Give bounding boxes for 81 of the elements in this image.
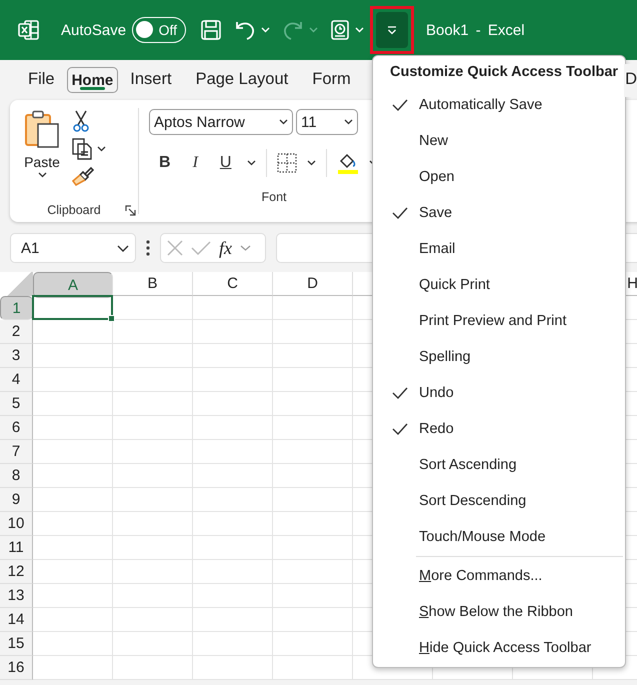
- ribbon-tab[interactable]: File: [16, 64, 67, 96]
- row-header[interactable]: 13: [0, 584, 33, 608]
- column-header[interactable]: B: [113, 272, 193, 296]
- ribbon-tab[interactable]: Form: [300, 64, 363, 96]
- menu-item[interactable]: Touch/Mouse Mode: [373, 519, 625, 555]
- font-style-button[interactable]: I: [186, 154, 204, 172]
- menu-item[interactable]: New: [373, 123, 625, 159]
- menu-item[interactable]: Quick Print: [373, 267, 625, 303]
- menu-item[interactable]: Open: [373, 159, 625, 195]
- name-box[interactable]: A1: [10, 233, 136, 263]
- menu-item[interactable]: Sort Descending: [373, 483, 625, 519]
- more-icon[interactable]: [146, 240, 150, 256]
- menu-item[interactable]: Automatically Save: [373, 87, 625, 123]
- column-header[interactable]: C: [193, 272, 273, 296]
- caret-icon: [279, 119, 288, 125]
- autosave-toggle[interactable]: Off: [132, 17, 186, 43]
- ribbon-tab[interactable]: Page Layout: [184, 64, 300, 96]
- fill-color-icon[interactable]: [337, 152, 360, 174]
- overflow-caret-icon: [386, 25, 398, 35]
- row-header[interactable]: 6: [0, 416, 33, 440]
- menu-item[interactable]: More Commands...: [373, 558, 625, 594]
- clipboard-icon[interactable]: [24, 110, 60, 148]
- row-header[interactable]: 15: [0, 632, 33, 656]
- borders-icon[interactable]: [277, 153, 298, 173]
- row-header[interactable]: 5: [0, 392, 33, 416]
- check-icon: [392, 423, 408, 435]
- check-icon: [392, 387, 408, 399]
- group-label: Clipboard: [47, 203, 101, 217]
- menu-item[interactable]: Hide Quick Access Toolbar: [373, 630, 625, 666]
- caret-icon: [117, 244, 129, 252]
- check-icon: [392, 207, 408, 219]
- menu-item[interactable]: Sort Ascending: [373, 447, 625, 483]
- ribbon-tab[interactable]: D: [624, 64, 637, 96]
- insert-function-button[interactable]: fx: [219, 238, 232, 258]
- caret-icon[interactable]: [97, 146, 106, 152]
- menu-title: Customize Quick Access Toolbar: [389, 62, 620, 82]
- save-icon[interactable]: [200, 19, 222, 41]
- active-cell[interactable]: [32, 295, 113, 320]
- dialog-launcher-icon[interactable]: [125, 204, 136, 216]
- menu-item[interactable]: Undo: [373, 375, 625, 411]
- paste-label[interactable]: Paste: [24, 154, 60, 170]
- column-header[interactable]: A: [33, 272, 113, 298]
- row-header[interactable]: 1: [0, 296, 33, 320]
- row-header[interactable]: 12: [0, 560, 33, 584]
- row-header[interactable]: 2: [0, 320, 33, 344]
- group-label: Font: [261, 190, 286, 204]
- row-header[interactable]: 16: [0, 656, 33, 680]
- row-header[interactable]: 10: [0, 512, 33, 536]
- excel-logo-icon: [18, 19, 40, 41]
- window-title: Book1 - Excel: [426, 22, 525, 38]
- row-header[interactable]: 8: [0, 464, 33, 488]
- row-header[interactable]: 7: [0, 440, 33, 464]
- column-header[interactable]: D: [273, 272, 353, 296]
- menu-item[interactable]: Save: [373, 195, 625, 231]
- scissors-icon[interactable]: [72, 110, 90, 132]
- font-name-dropdown[interactable]: Aptos Narrow: [149, 109, 293, 135]
- caret-icon[interactable]: [247, 160, 256, 166]
- menu-item[interactable]: Show Below the Ribbon: [373, 594, 625, 630]
- caret-icon[interactable]: [307, 160, 316, 166]
- copy-icon[interactable]: [72, 138, 92, 160]
- row-header[interactable]: 14: [0, 608, 33, 632]
- check-icon: [392, 99, 408, 111]
- menu-item[interactable]: Redo: [373, 411, 625, 447]
- font-style-button[interactable]: U: [214, 154, 238, 172]
- menu-item[interactable]: Email: [373, 231, 625, 267]
- menu-item[interactable]: Spelling: [373, 339, 625, 375]
- ribbon-tab[interactable]: Insert: [118, 64, 184, 96]
- caret-icon: [344, 119, 353, 125]
- caret-icon[interactable]: [38, 172, 46, 178]
- row-header[interactable]: 9: [0, 488, 33, 512]
- row-header[interactable]: 4: [0, 368, 33, 392]
- font-size-dropdown[interactable]: 11: [296, 109, 358, 135]
- font-style-button[interactable]: B: [153, 154, 177, 172]
- autosave-label: AutoSave: [61, 22, 126, 38]
- menu-item[interactable]: Print Preview and Print: [373, 303, 625, 339]
- tablet-icon[interactable]: [330, 19, 350, 41]
- undo-icon[interactable]: [234, 19, 256, 41]
- row-header[interactable]: 11: [0, 536, 33, 560]
- row-header[interactable]: 3: [0, 344, 33, 368]
- paintbrush-icon[interactable]: [72, 166, 94, 186]
- ribbon-tab[interactable]: Home: [66, 67, 118, 93]
